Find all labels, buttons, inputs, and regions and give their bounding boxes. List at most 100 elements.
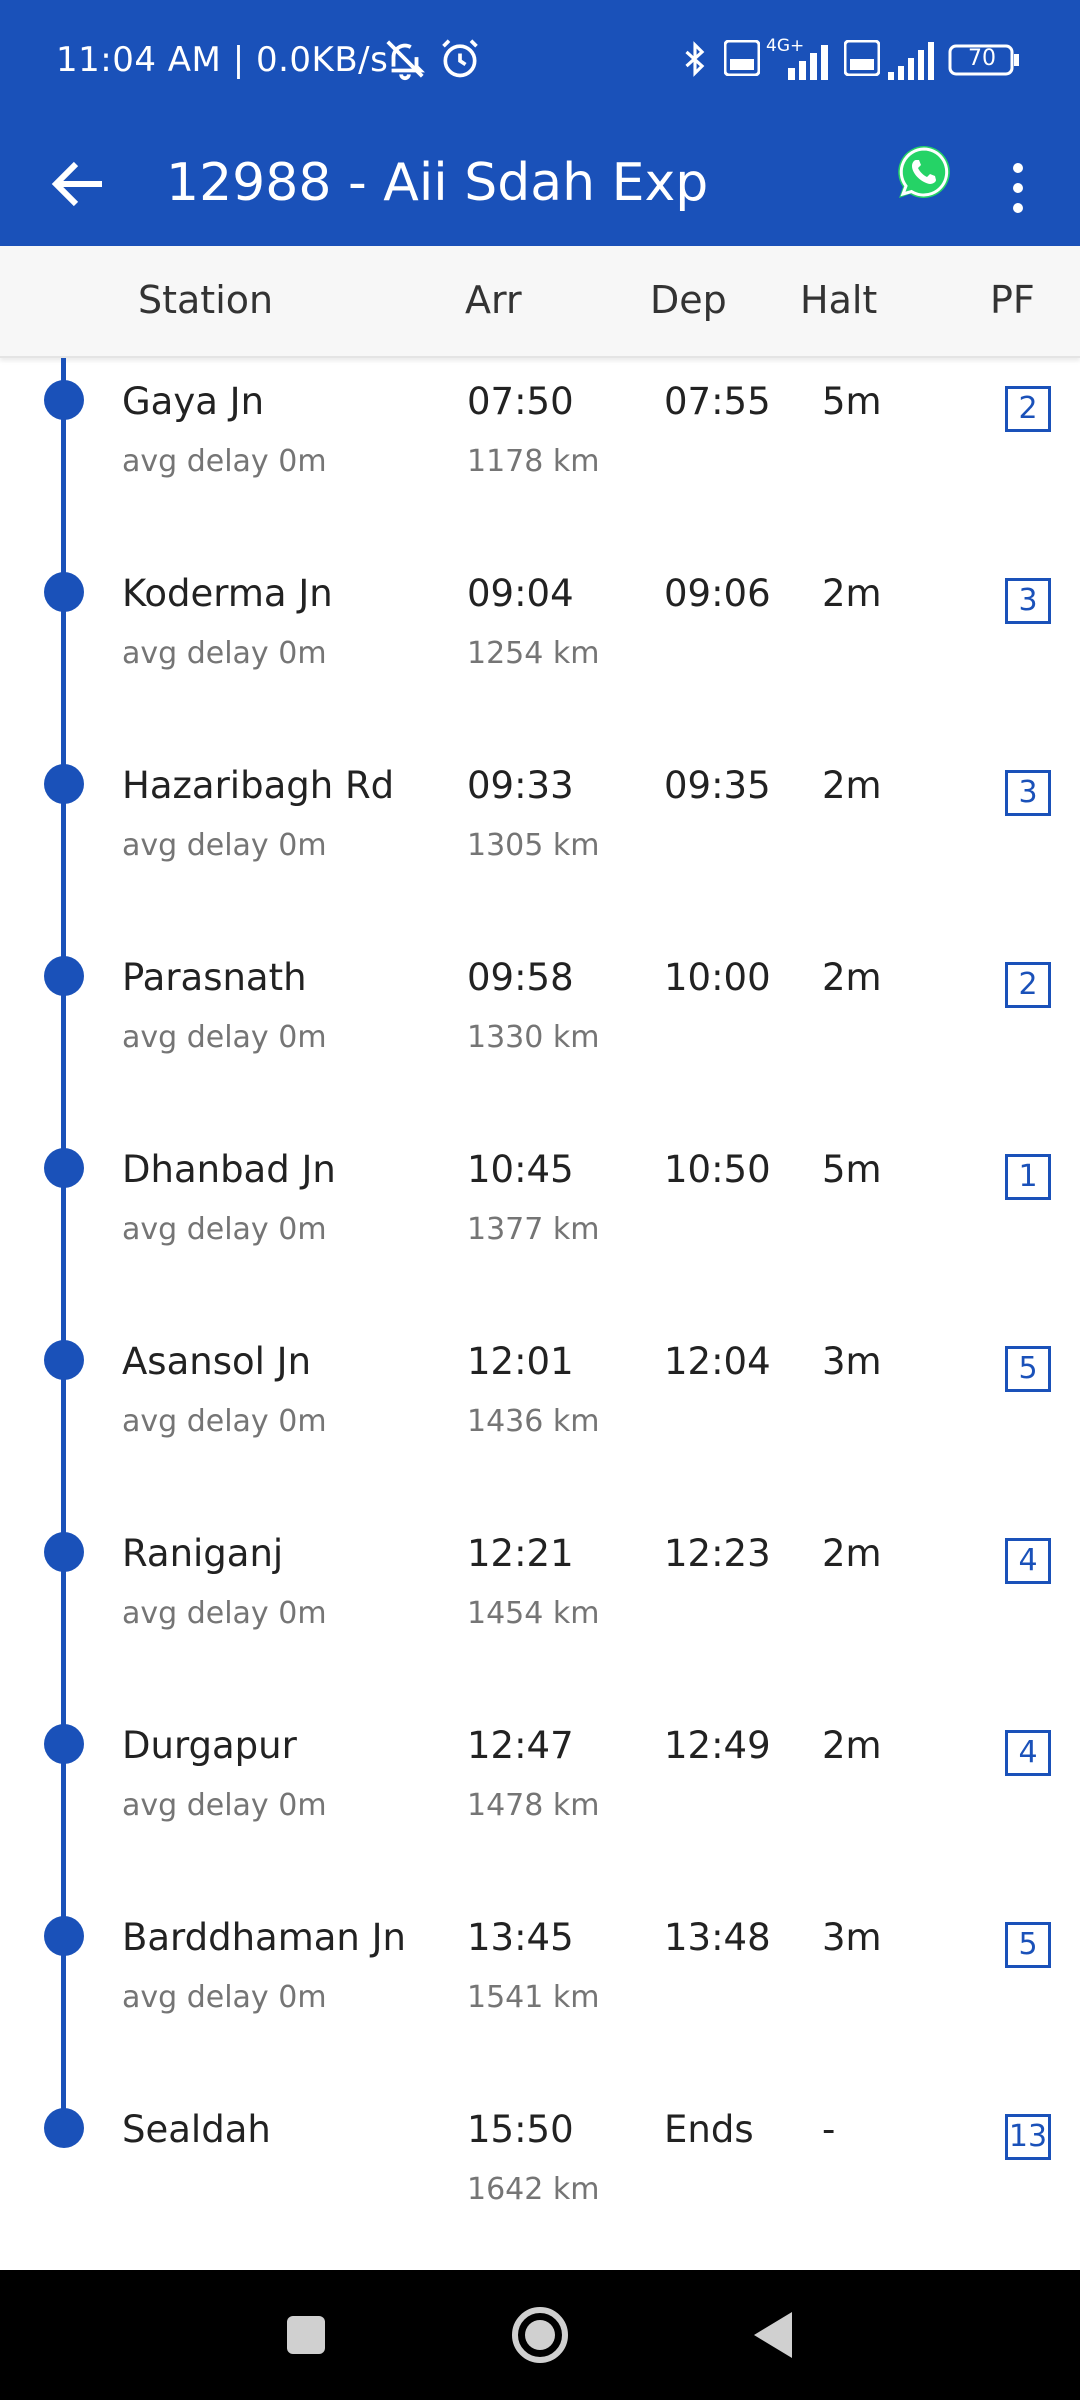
station-row[interactable]: Gaya Jn avg delay 0m 07:50 1178 km 07:55… (0, 358, 1080, 550)
distance: 1642 km (467, 2172, 600, 2207)
station-dot (44, 1916, 84, 1956)
platform-badge: 2 (1005, 386, 1051, 432)
station-row[interactable]: Barddhaman Jn avg delay 0m 13:45 1541 km… (0, 1894, 1080, 2086)
distance: 1478 km (467, 1788, 600, 1823)
station-delay: avg delay 0m (122, 1212, 327, 1247)
overflow-menu-button[interactable] (998, 140, 1038, 230)
whatsapp-icon (894, 146, 954, 206)
halt-duration: 2m (822, 956, 882, 999)
mute-bell-icon (382, 36, 428, 86)
whatsapp-share-button[interactable] (894, 142, 954, 202)
halt-duration: - (822, 2108, 836, 2151)
station-row[interactable]: Sealdah 15:50 1642 km Ends - 13 (0, 2086, 1080, 2270)
back-button[interactable] (40, 144, 120, 224)
arrival-time: 12:21 (467, 1532, 574, 1575)
station-row[interactable]: Asansol Jn avg delay 0m 12:01 1436 km 12… (0, 1318, 1080, 1510)
platform-badge: 2 (1005, 962, 1051, 1008)
station-delay: avg delay 0m (122, 828, 327, 863)
station-dot (44, 1724, 84, 1764)
station-delay: avg delay 0m (122, 1980, 327, 2015)
train-schedule-screen: 11:04 AM | 0.0KB/s 4G+ 70 12988 - Aii Sd… (0, 0, 1080, 2400)
station-name: Durgapur (122, 1724, 297, 1767)
station-name: Raniganj (122, 1532, 284, 1575)
station-dot (44, 764, 84, 804)
signal-icon-2 (884, 36, 940, 88)
more-vert-icon (998, 163, 1038, 234)
page-title: 12988 - Aii Sdah Exp (166, 153, 709, 213)
station-dot (44, 380, 84, 420)
station-name: Barddhaman Jn (122, 1916, 407, 1959)
navigation-bar (0, 2270, 1080, 2400)
halt-duration: 2m (822, 1532, 882, 1575)
platform-badge: 4 (1005, 1538, 1051, 1584)
station-row[interactable]: Parasnath avg delay 0m 09:58 1330 km 10:… (0, 934, 1080, 1126)
station-name: Koderma Jn (122, 572, 333, 615)
distance: 1541 km (467, 1980, 600, 2015)
distance: 1305 km (467, 828, 600, 863)
distance: 1436 km (467, 1404, 600, 1439)
station-dot (44, 1532, 84, 1572)
departure-time: 10:00 (664, 956, 771, 999)
platform-badge: 3 (1005, 770, 1051, 816)
platform-badge: 3 (1005, 578, 1051, 624)
departure-time: 12:49 (664, 1724, 771, 1767)
battery-level: 70 (968, 46, 996, 71)
station-row[interactable]: Koderma Jn avg delay 0m 09:04 1254 km 09… (0, 550, 1080, 742)
station-delay: avg delay 0m (122, 636, 327, 671)
col-arr: Arr (465, 278, 522, 322)
station-dot (44, 572, 84, 612)
recents-button[interactable] (266, 2300, 346, 2370)
platform-badge: 1 (1005, 1154, 1051, 1200)
arrival-time: 13:45 (467, 1916, 574, 1959)
departure-time: 12:23 (664, 1532, 771, 1575)
arrival-time: 09:58 (467, 956, 574, 999)
station-delay: avg delay 0m (122, 1596, 327, 1631)
recents-square-icon (266, 2316, 346, 2374)
departure-time: 09:06 (664, 572, 771, 615)
platform-badge: 5 (1005, 1922, 1051, 1968)
arrival-time: 10:45 (467, 1148, 574, 1191)
distance: 1254 km (467, 636, 600, 671)
platform-badge: 5 (1005, 1346, 1051, 1392)
column-header: Station Arr Dep Halt PF (0, 246, 1080, 358)
station-row[interactable]: Dhanbad Jn avg delay 0m 10:45 1377 km 10… (0, 1126, 1080, 1318)
app-bar: 12988 - Aii Sdah Exp (0, 120, 1080, 246)
col-halt: Halt (800, 278, 878, 322)
station-delay: avg delay 0m (122, 444, 327, 479)
halt-duration: 2m (822, 572, 882, 615)
station-row[interactable]: Durgapur avg delay 0m 12:47 1478 km 12:4… (0, 1702, 1080, 1894)
station-delay: avg delay 0m (122, 1404, 327, 1439)
arrival-time: 15:50 (467, 2108, 574, 2151)
distance: 1330 km (467, 1020, 600, 1055)
home-button[interactable] (500, 2300, 580, 2370)
platform-badge: 13 (1005, 2114, 1051, 2160)
arrival-time: 07:50 (467, 380, 574, 423)
arrival-time: 09:33 (467, 764, 574, 807)
status-bar: 11:04 AM | 0.0KB/s 4G+ 70 (0, 0, 1080, 120)
col-station: Station (138, 278, 274, 322)
departure-time: 12:04 (664, 1340, 771, 1383)
station-dot (44, 1148, 84, 1188)
halt-duration: 5m (822, 380, 882, 423)
station-name: Parasnath (122, 956, 307, 999)
arrival-time: 12:01 (467, 1340, 574, 1383)
col-pf: PF (990, 278, 1035, 322)
distance: 1377 km (467, 1212, 600, 1247)
col-dep: Dep (650, 278, 727, 322)
station-dot (44, 1340, 84, 1380)
station-name: Hazaribagh Rd (122, 764, 395, 807)
station-row[interactable]: Hazaribagh Rd avg delay 0m 09:33 1305 km… (0, 742, 1080, 934)
station-list[interactable]: Gaya Jn avg delay 0m 07:50 1178 km 07:55… (0, 358, 1080, 2270)
departure-time: 10:50 (664, 1148, 771, 1191)
arrival-time: 12:47 (467, 1724, 574, 1767)
departure-time: 09:35 (664, 764, 771, 807)
station-row[interactable]: Raniganj avg delay 0m 12:21 1454 km 12:2… (0, 1510, 1080, 1702)
station-dot (44, 956, 84, 996)
distance: 1178 km (467, 444, 600, 479)
departure-time: 13:48 (664, 1916, 771, 1959)
system-back-button[interactable] (734, 2300, 814, 2370)
halt-duration: 5m (822, 1148, 882, 1191)
distance: 1454 km (467, 1596, 600, 1631)
status-time: 11:04 AM | 0.0KB/s (56, 40, 389, 80)
volte-icon-1 (723, 39, 761, 80)
